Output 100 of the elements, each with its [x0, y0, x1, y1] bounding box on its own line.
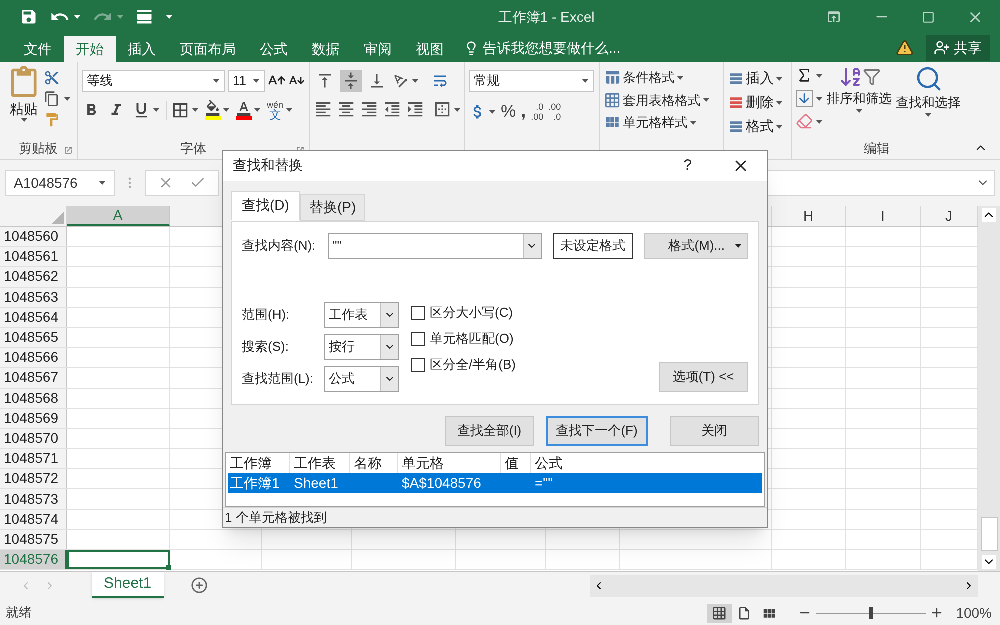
ribbon-tab[interactable]: 页面布局 — [168, 36, 248, 62]
vertical-scrollbar[interactable] — [978, 206, 1000, 571]
caret-icon[interactable] — [776, 76, 783, 80]
phonetic-button[interactable]: wén 文 — [267, 100, 284, 120]
option-select[interactable]: 按行 — [324, 334, 399, 360]
caret-icon[interactable] — [286, 108, 293, 112]
form-icon[interactable] — [136, 8, 154, 26]
caret-icon[interactable] — [582, 79, 589, 83]
row-header[interactable]: 1048572 — [0, 469, 67, 488]
caret-icon[interactable] — [735, 244, 742, 248]
option-select[interactable]: 工作表 — [324, 302, 399, 328]
find-select-button[interactable]: 查找和选择 — [896, 93, 961, 112]
ribbon-tab[interactable]: 视图 — [404, 36, 456, 62]
selected-cell[interactable] — [67, 550, 170, 570]
ribbon-tab[interactable]: 数据 — [300, 36, 352, 62]
delete-cells-icon[interactable] — [728, 94, 744, 110]
scroll-down-icon[interactable] — [982, 555, 996, 569]
row-header[interactable]: 1048563 — [0, 288, 67, 307]
caret-icon[interactable] — [856, 108, 863, 112]
horizontal-scrollbar[interactable] — [590, 575, 978, 597]
normal-view-icon[interactable] — [707, 604, 732, 622]
font-size-field[interactable]: 11 — [228, 70, 265, 92]
name-box[interactable]: A1048576 — [5, 170, 115, 196]
warning-icon[interactable] — [896, 39, 914, 57]
row-header[interactable]: 1048566 — [0, 348, 67, 368]
copy-icon[interactable] — [44, 91, 60, 107]
merge-icon[interactable] — [433, 100, 452, 119]
middle-align-icon[interactable] — [340, 70, 362, 92]
ribbon-tab[interactable]: 插入 — [116, 36, 168, 62]
percent-button[interactable]: % — [501, 98, 516, 124]
checkbox-label[interactable]: 单元格匹配(O) — [430, 328, 514, 348]
caret-icon[interactable] — [816, 120, 823, 124]
checkbox-label[interactable]: 区分大小写(C) — [430, 302, 514, 322]
style-command[interactable]: 单元格样式 — [623, 113, 688, 132]
font-color-icon[interactable] — [236, 100, 252, 120]
caret-icon[interactable] — [192, 108, 199, 112]
caret-icon[interactable] — [816, 74, 823, 78]
paste-button[interactable]: 粘贴 — [10, 100, 38, 118]
row-header[interactable]: 1048560 — [0, 227, 67, 246]
ribbon-tab[interactable]: 公式 — [248, 36, 300, 62]
tell-me-field[interactable]: 告诉我您想要做什么... — [483, 38, 621, 58]
dialog-button[interactable]: 查找全部(I) — [445, 416, 534, 446]
dialog-button[interactable]: 关闭 — [670, 416, 759, 446]
caret-icon[interactable] — [20, 118, 28, 122]
fill-down-icon[interactable] — [796, 90, 813, 107]
number-format-field[interactable]: 常规 — [469, 70, 594, 92]
select-all-icon[interactable] — [52, 212, 64, 224]
decrease-decimal-button[interactable]: .00 .0 — [548, 102, 562, 122]
dialog-tab[interactable]: 替换(P) — [300, 194, 366, 221]
row-header[interactable]: 1048573 — [0, 489, 67, 509]
caret-icon[interactable] — [99, 181, 106, 185]
ribbon-tab[interactable]: 审阅 — [352, 36, 404, 62]
format-painter-icon[interactable] — [44, 112, 60, 128]
caret-icon[interactable] — [213, 79, 220, 83]
caret-icon[interactable] — [166, 15, 173, 19]
column-header[interactable]: H — [772, 206, 846, 226]
align-center-icon[interactable] — [337, 100, 356, 119]
ribbon-tab[interactable]: 文件 — [12, 36, 64, 62]
row-header[interactable]: 1048568 — [0, 388, 67, 408]
help-button[interactable]: ? — [684, 154, 692, 178]
row-header[interactable]: 1048569 — [0, 408, 67, 428]
caret-icon[interactable] — [776, 124, 783, 128]
borders-icon[interactable] — [171, 100, 190, 120]
caret-icon[interactable] — [690, 120, 697, 125]
dialog-button[interactable]: 查找下一个(F) — [546, 416, 648, 446]
checkbox[interactable] — [411, 358, 425, 372]
caret-icon[interactable] — [64, 97, 71, 101]
caret-icon[interactable] — [677, 76, 684, 80]
caret-icon[interactable] — [223, 108, 230, 112]
row-header[interactable]: 1048564 — [0, 308, 67, 327]
dialog-tab[interactable]: 查找(D) — [231, 190, 300, 221]
sort-filter-icon[interactable] — [838, 65, 880, 89]
caret-icon[interactable] — [454, 108, 461, 112]
sheet-tab[interactable]: Sheet1 — [92, 572, 164, 598]
fill-color-icon[interactable] — [205, 100, 221, 120]
conditional-format-icon[interactable] — [604, 69, 621, 86]
caret-icon[interactable] — [703, 98, 710, 102]
table-rows-icon[interactable] — [728, 118, 744, 134]
row-header[interactable]: 1048575 — [0, 530, 67, 549]
column-header[interactable]: 公式 — [531, 453, 764, 474]
ribbon-display-icon[interactable] — [826, 9, 842, 25]
row-header[interactable]: 1048567 — [0, 368, 67, 388]
options-button[interactable]: 选项(T) << — [659, 362, 748, 392]
lightbulb-icon[interactable] — [464, 40, 479, 56]
caret-icon[interactable] — [254, 108, 261, 112]
caret-icon[interactable] — [412, 79, 419, 83]
cut-icon[interactable] — [44, 70, 60, 86]
checkbox[interactable] — [411, 306, 425, 320]
style-command[interactable]: 套用表格格式 — [623, 90, 701, 110]
align-right-icon[interactable] — [360, 100, 379, 119]
cell-command[interactable]: 格式 — [746, 116, 774, 137]
caret-icon[interactable] — [776, 100, 783, 104]
scroll-up-icon[interactable] — [982, 208, 996, 222]
row-header[interactable]: 1048571 — [0, 449, 67, 468]
zoom-slider[interactable] — [816, 607, 926, 619]
table-format-icon[interactable] — [604, 92, 621, 109]
caret-icon[interactable] — [816, 96, 823, 100]
sort-filter-button[interactable]: 排序和筛选 — [827, 89, 892, 108]
caret-icon[interactable] — [153, 108, 160, 112]
no-format-button[interactable]: 未设定格式 — [552, 232, 634, 259]
